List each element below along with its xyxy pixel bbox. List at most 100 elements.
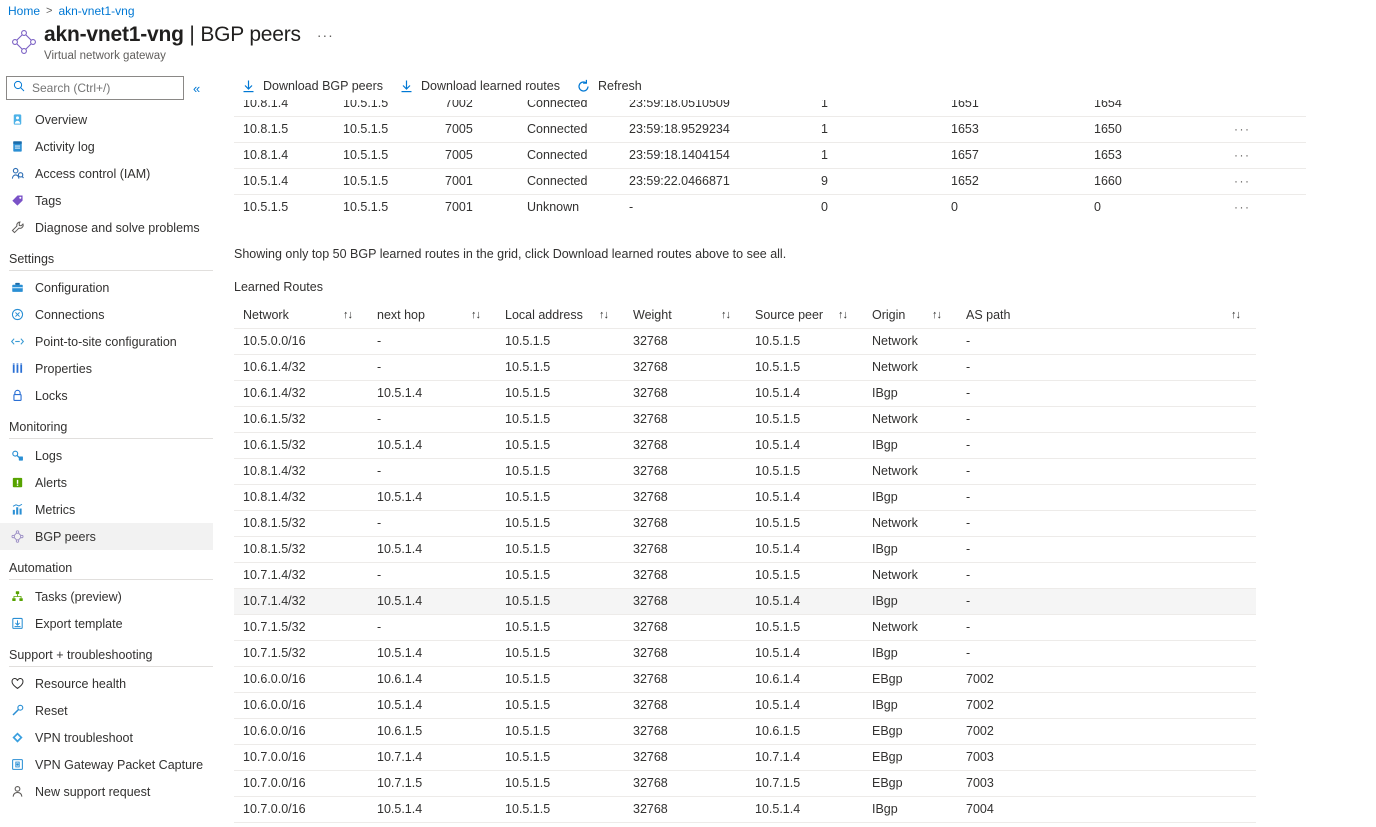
bgp-peer-sent-cell: 0 [942,194,1085,218]
learned-route-row[interactable]: 10.6.0.0/1610.6.1.410.5.1.53276810.6.1.4… [234,666,1256,692]
learned-route-row[interactable]: 10.6.0.0/1610.5.1.410.5.1.53276810.5.1.4… [234,692,1256,718]
learned-route-local-address-cell: 10.5.1.5 [496,562,624,588]
sidebar-item-activity-log[interactable]: Activity log [0,133,225,160]
learned-route-weight-cell: 32768 [624,718,746,744]
sidebar-item-label: Configuration [35,281,109,295]
learned-route-next-hop-cell: 10.5.1.4 [368,692,496,718]
sidebar-item-export-template[interactable]: Export template [0,610,225,637]
sidebar-item-metrics[interactable]: Metrics [0,496,225,523]
learned-route-next-hop-cell: 10.7.1.5 [368,770,496,796]
more-options-button[interactable]: ··· [317,22,334,48]
learned-route-row[interactable]: 10.7.0.0/1610.5.1.410.5.1.53276810.5.1.4… [234,796,1256,822]
learned-route-row[interactable]: 10.7.0.0/1610.7.1.510.5.1.53276810.7.1.5… [234,770,1256,796]
sort-arrows-icon[interactable]: ↑↓ [721,309,730,321]
sidebar-item-logs[interactable]: Logs [0,442,225,469]
learned-routes-col-header[interactable]: next hop↑↓ [368,302,496,328]
bgp-peer-row[interactable]: 10.5.1.410.5.1.57001Connected23:59:22.04… [234,168,1306,194]
sidebar-item-resource-health[interactable]: Resource health [0,670,225,697]
sidebar-item-alerts[interactable]: Alerts [0,469,225,496]
sidebar-item-connections[interactable]: Connections [0,301,225,328]
learned-route-source-peer-cell: 10.5.1.5 [746,510,863,536]
learned-routes-col-header[interactable]: Weight↑↓ [624,302,746,328]
sort-arrows-icon[interactable]: ↑↓ [343,309,352,321]
learned-route-row[interactable]: 10.6.1.5/3210.5.1.410.5.1.53276810.5.1.4… [234,432,1256,458]
row-context-menu-button[interactable]: ··· [1225,142,1306,168]
row-context-menu-button[interactable] [1225,100,1306,116]
learned-route-weight-cell: 32768 [624,588,746,614]
bgp-peer-row[interactable]: 10.5.1.510.5.1.57001Unknown-000··· [234,194,1306,218]
learned-routes-col-header[interactable]: Source peer↑↓ [746,302,863,328]
sort-arrows-icon[interactable]: ↑↓ [599,309,608,321]
bgp-peer-peer-cell: 10.8.1.4 [234,100,334,116]
learned-route-network-cell: 10.6.1.4/32 [234,354,368,380]
sidebar-group-divider [9,270,213,271]
sidebar-item-reset[interactable]: Reset [0,697,225,724]
bgp-peers-grid-viewport[interactable]: 10.8.1.410.5.1.57002Connected23:59:18.05… [234,100,1306,218]
bgp-peer-row[interactable]: 10.8.1.410.5.1.57002Connected23:59:18.05… [234,100,1306,116]
learned-route-row[interactable]: 10.6.1.5/32-10.5.1.53276810.5.1.5Network… [234,406,1256,432]
learned-route-origin-cell: IBgp [863,484,957,510]
learned-route-row[interactable]: 10.7.1.4/3210.5.1.410.5.1.53276810.5.1.4… [234,588,1256,614]
sidebar-group-divider [9,579,213,580]
learned-routes-grid: Network↑↓next hop↑↓Local address↑↓Weight… [234,302,1256,823]
learned-route-row[interactable]: 10.8.1.4/32-10.5.1.53276810.5.1.5Network… [234,458,1256,484]
learned-route-row[interactable]: 10.7.1.5/32-10.5.1.53276810.5.1.5Network… [234,614,1256,640]
learned-route-local-address-cell: 10.5.1.5 [496,744,624,770]
search-input[interactable] [30,80,170,96]
learned-route-row[interactable]: 10.7.0.0/1610.7.1.410.5.1.53276810.7.1.4… [234,744,1256,770]
bgp-peer-row[interactable]: 10.8.1.510.5.1.57005Connected23:59:18.95… [234,116,1306,142]
sidebar-item-access-control-iam[interactable]: Access control (IAM) [0,160,225,187]
learned-route-weight-cell: 32768 [624,692,746,718]
learned-route-row[interactable]: 10.6.1.4/3210.5.1.410.5.1.53276810.5.1.4… [234,380,1256,406]
learned-routes-col-header[interactable]: Network↑↓ [234,302,368,328]
learned-route-origin-cell: Network [863,354,957,380]
sidebar-item-tags[interactable]: Tags [0,187,225,214]
row-context-menu-button[interactable]: ··· [1225,116,1306,142]
bgp-peer-peer-cell: 10.5.1.5 [234,194,334,218]
learned-route-row[interactable]: 10.8.1.5/32-10.5.1.53276810.5.1.5Network… [234,510,1256,536]
sidebar-item-bgp-peers[interactable]: BGP peers [0,523,213,550]
sidebar-item-point-to-site-configuration[interactable]: Point-to-site configuration [0,328,225,355]
sort-arrows-icon[interactable]: ↑↓ [471,309,480,321]
sidebar-item-configuration[interactable]: Configuration [0,274,225,301]
refresh-icon [576,79,591,94]
sidebar-item-vpn-gateway-packet-capture[interactable]: VPN Gateway Packet Capture [0,751,225,778]
learned-route-row[interactable]: 10.8.1.5/3210.5.1.410.5.1.53276810.5.1.4… [234,536,1256,562]
learned-routes-col-header[interactable]: Origin↑↓ [863,302,957,328]
bgp-peer-row[interactable]: 10.8.1.410.5.1.57005Connected23:59:18.14… [234,142,1306,168]
breadcrumb-current[interactable]: akn-vnet1-vng [58,4,134,18]
row-context-menu-button[interactable]: ··· [1225,168,1306,194]
chevron-double-left-icon[interactable]: « [193,81,200,96]
sidebar-nav: OverviewActivity logAccess control (IAM)… [0,106,225,805]
breadcrumb-home[interactable]: Home [8,4,40,18]
row-context-menu-button[interactable]: ··· [1225,194,1306,218]
sidebar-item-diagnose-and-solve-problems[interactable]: Diagnose and solve problems [0,214,225,241]
learned-route-row[interactable]: 10.6.1.4/32-10.5.1.53276810.5.1.5Network… [234,354,1256,380]
search-box[interactable] [6,76,184,100]
refresh-button[interactable]: Refresh [570,73,652,99]
overview-icon [9,112,25,128]
sidebar-item-new-support-request[interactable]: New support request [0,778,225,805]
sidebar-item-locks[interactable]: Locks [0,382,225,409]
sidebar-item-tasks-preview[interactable]: Tasks (preview) [0,583,225,610]
learned-route-row[interactable]: 10.8.1.4/3210.5.1.410.5.1.53276810.5.1.4… [234,484,1256,510]
sidebar-item-label: Diagnose and solve problems [35,221,200,235]
learned-routes-col-header[interactable]: Local address↑↓ [496,302,624,328]
sort-arrows-icon[interactable]: ↑↓ [1231,309,1240,321]
download-bgp-peers-button[interactable]: Download BGP peers [235,73,393,99]
sidebar-item-overview[interactable]: Overview [0,106,225,133]
learned-route-row[interactable]: 10.6.0.0/1610.6.1.510.5.1.53276810.6.1.5… [234,718,1256,744]
learned-route-row[interactable]: 10.5.0.0/16-10.5.1.53276810.5.1.5Network… [234,328,1256,354]
download-learned-routes-button[interactable]: Download learned routes [393,73,570,99]
learned-routes-col-header[interactable]: AS path↑↓ [957,302,1256,328]
sort-arrows-icon[interactable]: ↑↓ [932,309,941,321]
sort-arrows-icon[interactable]: ↑↓ [838,309,847,321]
metrics-icon [9,502,25,518]
learned-route-row[interactable]: 10.7.1.5/3210.5.1.410.5.1.53276810.5.1.4… [234,640,1256,666]
sidebar-item-vpn-troubleshoot[interactable]: VPN troubleshoot [0,724,225,751]
learned-route-network-cell: 10.8.1.4/32 [234,458,368,484]
sidebar-item-properties[interactable]: Properties [0,355,225,382]
sidebar-search-row: « [0,72,225,102]
learned-route-row[interactable]: 10.7.1.4/32-10.5.1.53276810.5.1.5Network… [234,562,1256,588]
properties-icon [9,361,25,377]
